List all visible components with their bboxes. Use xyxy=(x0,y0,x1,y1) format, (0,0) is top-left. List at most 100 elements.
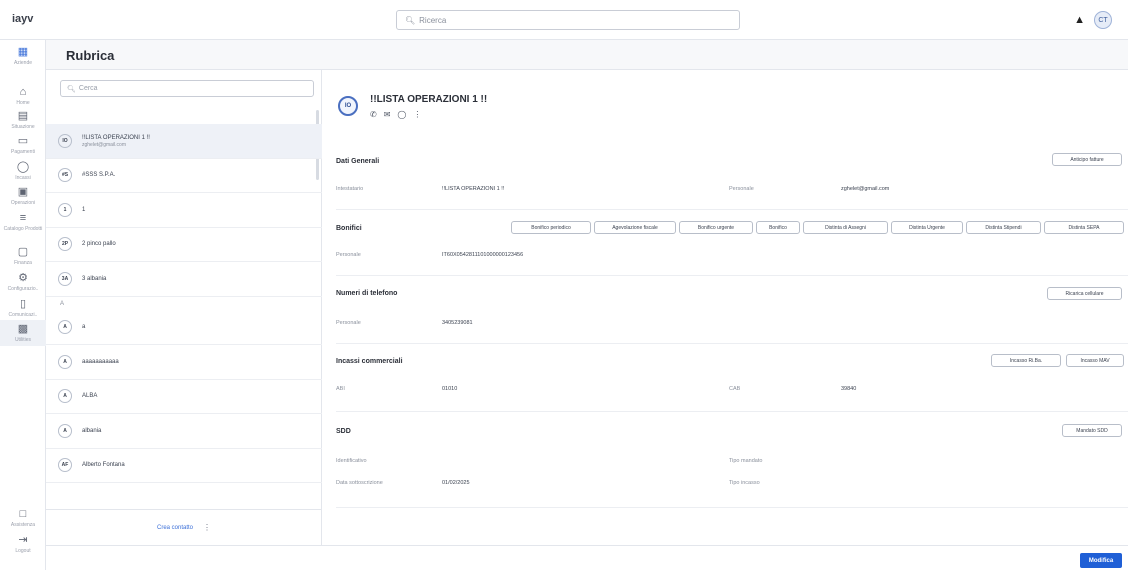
incasso-mav-button[interactable]: Incasso MAV xyxy=(1066,354,1124,367)
nav-item-operazioni[interactable]: ▣ Operazioni xyxy=(0,186,46,206)
ricarica-cellulare-button[interactable]: Ricarica cellulare xyxy=(1047,287,1122,300)
distinta-sepa-button[interactable]: Distinta SEPA xyxy=(1044,221,1124,234)
bottom-action-bar: Modifica xyxy=(46,545,1128,570)
nav-label: Incassi xyxy=(15,175,31,181)
abi-value: 01010 xyxy=(442,386,458,392)
contacts-search-placeholder: Cerca xyxy=(78,85,98,92)
contact-name: 3 albania xyxy=(82,275,107,282)
nav-item-aziende[interactable]: ▦ Aziende xyxy=(0,46,46,66)
section-bonifici: Bonifici Bonifico periodico Agevolazione… xyxy=(336,210,1128,276)
home-icon: ⌂ xyxy=(19,86,27,98)
nav-item-configurazione[interactable]: ⚙ Configurazio.. xyxy=(0,272,46,292)
contact-row[interactable]: A albania xyxy=(46,414,322,449)
payments-icon: ▭ xyxy=(17,135,29,147)
mandato-sdd-button[interactable]: Mandato SDD xyxy=(1062,424,1122,437)
nav-item-pagamenti[interactable]: ▭ Pagamenti xyxy=(0,135,46,155)
contact-name: aaaaaaaaaaa xyxy=(82,358,119,365)
date-value: 01/02/2025 xyxy=(442,480,470,486)
nav-label: Pagamenti xyxy=(11,149,35,155)
top-right-tools: ▲ CT xyxy=(1074,11,1112,29)
nav-item-incassi[interactable]: ◯ Incassi xyxy=(0,161,46,181)
contact-name: ALBA xyxy=(82,393,98,400)
contact-name: Alberto Fontana xyxy=(82,462,125,469)
nav-label: Catalogo Prodotti xyxy=(3,226,43,232)
contacts-search-input[interactable]: 🔍︎ Cerca xyxy=(60,80,314,97)
field-label: Identificativo xyxy=(336,458,367,464)
cab-value: 39840 xyxy=(841,386,857,392)
nav-item-logout[interactable]: ⇥ Logout xyxy=(0,534,46,554)
bonifico-button[interactable]: Bonifico xyxy=(756,221,800,234)
contact-row[interactable]: A a xyxy=(46,311,322,345)
nav-label: Home xyxy=(16,100,30,106)
app-logo[interactable]: iayv xyxy=(12,13,33,25)
contact-avatar: A xyxy=(58,389,72,404)
bonifico-urgente-button[interactable]: Bonifico urgente xyxy=(679,221,753,234)
nav-item-comunicazioni[interactable]: ▯ Comunicazi.. xyxy=(0,298,46,318)
contact-row[interactable]: 2P 2 pinco pallo xyxy=(46,228,322,262)
logout-icon: ⇥ xyxy=(18,534,28,546)
contact-row[interactable]: AF Alberto Fontana xyxy=(46,449,322,483)
distinta-stipendi-button[interactable]: Distinta Stipendi xyxy=(966,221,1041,234)
create-contact-link[interactable]: Crea contatto xyxy=(157,525,193,531)
phone-value: 3405239081 xyxy=(442,320,473,326)
contact-row[interactable]: A ALBA xyxy=(46,380,322,414)
section-title: Numeri di telefono xyxy=(336,290,398,297)
more-options-icon[interactable]: ⋮ xyxy=(203,523,211,532)
nav-label: Finanza xyxy=(14,260,32,266)
contact-list: IO !!LISTA OPERAZIONI 1 !! zghelet@gmail… xyxy=(46,124,322,483)
nav-label: Configurazio.. xyxy=(7,286,39,292)
contact-row[interactable]: A aaaaaaaaaaa xyxy=(46,345,322,380)
page-title: Rubrica xyxy=(66,48,115,63)
nav-item-home[interactable]: ⌂ Home xyxy=(0,86,46,106)
contact-avatar: 1 xyxy=(58,202,72,217)
field-label: Personale xyxy=(336,320,361,326)
contact-row[interactable]: #S #SSS S.P.A. xyxy=(46,159,322,193)
section-numeri-telefono: Numeri di telefono Ricarica cellulare Pe… xyxy=(336,276,1128,344)
anticipo-fatture-button[interactable]: Anticipo fatture xyxy=(1052,153,1122,166)
nav-item-catalogo[interactable]: ≡ Catalogo Prodotti xyxy=(0,212,46,232)
user-avatar[interactable]: CT xyxy=(1094,11,1112,29)
whatsapp-icon[interactable]: ◯ xyxy=(397,110,406,119)
bonifico-periodico-button[interactable]: Bonifico periodico xyxy=(511,221,591,234)
page-header: Rubrica xyxy=(46,40,1128,70)
agevolazione-fiscale-button[interactable]: Agevolazione fiscale xyxy=(594,221,676,234)
contact-avatar: A xyxy=(58,320,72,335)
contact-avatar: AF xyxy=(58,458,72,473)
nav-label: Situazione xyxy=(11,124,35,130)
contact-detail: IO !!LISTA OPERAZIONI 1 !! ✆ ✉ ◯ ⋮ Dati … xyxy=(322,70,1128,545)
letter-separator: A xyxy=(60,300,65,307)
field-label: ABI xyxy=(336,386,345,392)
support-icon: □ xyxy=(19,508,27,520)
nav-item-finanza[interactable]: ▢ Finanza xyxy=(0,246,46,266)
notification-bell-icon[interactable]: ▲ xyxy=(1074,14,1085,26)
settings-icon: ⚙ xyxy=(18,272,28,284)
contact-email: zghelet@gmail.com xyxy=(82,141,126,148)
section-title: SDD xyxy=(336,428,351,435)
more-options-icon[interactable]: ⋮ xyxy=(413,110,421,119)
phone-icon[interactable]: ✆ xyxy=(370,110,377,119)
contact-name: 1 xyxy=(82,206,86,213)
section-title: Dati Generali xyxy=(336,158,380,165)
modify-button[interactable]: Modifica xyxy=(1080,553,1122,568)
search-icon: 🔍︎ xyxy=(67,85,76,93)
contact-row[interactable]: IO !!LISTA OPERAZIONI 1 !! zghelet@gmail… xyxy=(46,124,322,159)
catalog-icon: ≡ xyxy=(19,212,27,224)
incasso-riba-button[interactable]: Incasso Ri.Ba. xyxy=(991,354,1061,367)
contact-row[interactable]: 1 1 xyxy=(46,193,322,228)
side-navigation: ▦ Aziende ⌂ Home ▤ Situazione ▭ Pagament… xyxy=(0,40,46,570)
nav-label: Operazioni xyxy=(10,200,36,206)
nav-item-utilities[interactable]: ▩ Utilities xyxy=(0,320,46,346)
nav-label: Comunicazi.. xyxy=(8,312,38,318)
field-label: Data sottoscrizione xyxy=(336,480,383,486)
field-label: Intestatario xyxy=(336,186,364,192)
distinta-assegni-button[interactable]: Distinta di Assegni xyxy=(803,221,888,234)
contact-row[interactable]: 3A 3 albania xyxy=(46,262,322,297)
contacts-footer: Crea contatto ⋮ xyxy=(46,509,322,545)
section-incassi-commerciali: Incassi commerciali Incasso Ri.Ba. Incas… xyxy=(336,344,1128,412)
field-label: Personale xyxy=(336,252,361,258)
distinta-urgente-button[interactable]: Distinta Urgente xyxy=(891,221,963,234)
email-icon[interactable]: ✉ xyxy=(384,110,391,119)
global-search-input[interactable]: 🔍︎ Ricerca xyxy=(396,10,740,30)
nav-item-situazione[interactable]: ▤ Situazione xyxy=(0,110,46,130)
nav-item-assistenza[interactable]: □ Assistenza xyxy=(0,508,46,528)
